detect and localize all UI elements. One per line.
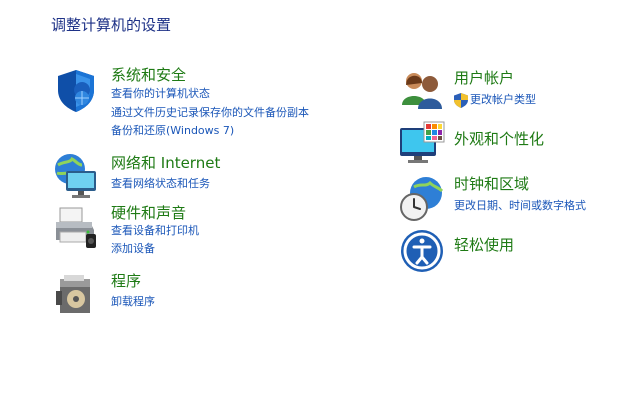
link-uninstall-program[interactable]: 卸载程序: [111, 294, 155, 310]
link-devices-printers[interactable]: 查看设备和打印机: [111, 223, 199, 239]
network-globe-icon[interactable]: [52, 151, 100, 199]
clock-globe-icon[interactable]: [398, 175, 446, 223]
users-icon[interactable]: [398, 67, 446, 115]
printer-icon[interactable]: [52, 204, 100, 252]
link-change-account-type[interactable]: 更改帐户类型: [470, 92, 536, 108]
category-title-network[interactable]: 网络和 Internet: [111, 153, 220, 173]
shield-icon[interactable]: [52, 66, 100, 114]
category-title-system-security[interactable]: 系统和安全: [111, 65, 186, 85]
link-change-date-time-format[interactable]: 更改日期、时间或数字格式: [454, 198, 586, 214]
ease-of-access-icon[interactable]: [398, 227, 446, 275]
category-title-ease[interactable]: 轻松使用: [454, 235, 514, 255]
link-network-status[interactable]: 查看网络状态和任务: [111, 176, 210, 192]
link-file-history-backup[interactable]: 通过文件历史记录保存你的文件备份副本: [111, 105, 309, 121]
category-title-hardware[interactable]: 硬件和声音: [111, 203, 186, 223]
programs-box-icon[interactable]: [52, 271, 100, 319]
category-title-appearance[interactable]: 外观和个性化: [454, 129, 544, 149]
category-title-accounts[interactable]: 用户帐户: [454, 68, 514, 88]
page-title: 调整计算机的设置: [51, 16, 172, 34]
uac-shield-icon: [454, 93, 468, 108]
link-view-computer-status[interactable]: 查看你的计算机状态: [111, 86, 210, 102]
link-add-device[interactable]: 添加设备: [111, 241, 155, 257]
monitor-palette-icon[interactable]: [398, 120, 446, 168]
link-backup-restore[interactable]: 备份和还原(Windows 7): [111, 123, 234, 139]
category-title-programs[interactable]: 程序: [111, 271, 141, 291]
category-title-clock[interactable]: 时钟和区域: [454, 174, 529, 194]
